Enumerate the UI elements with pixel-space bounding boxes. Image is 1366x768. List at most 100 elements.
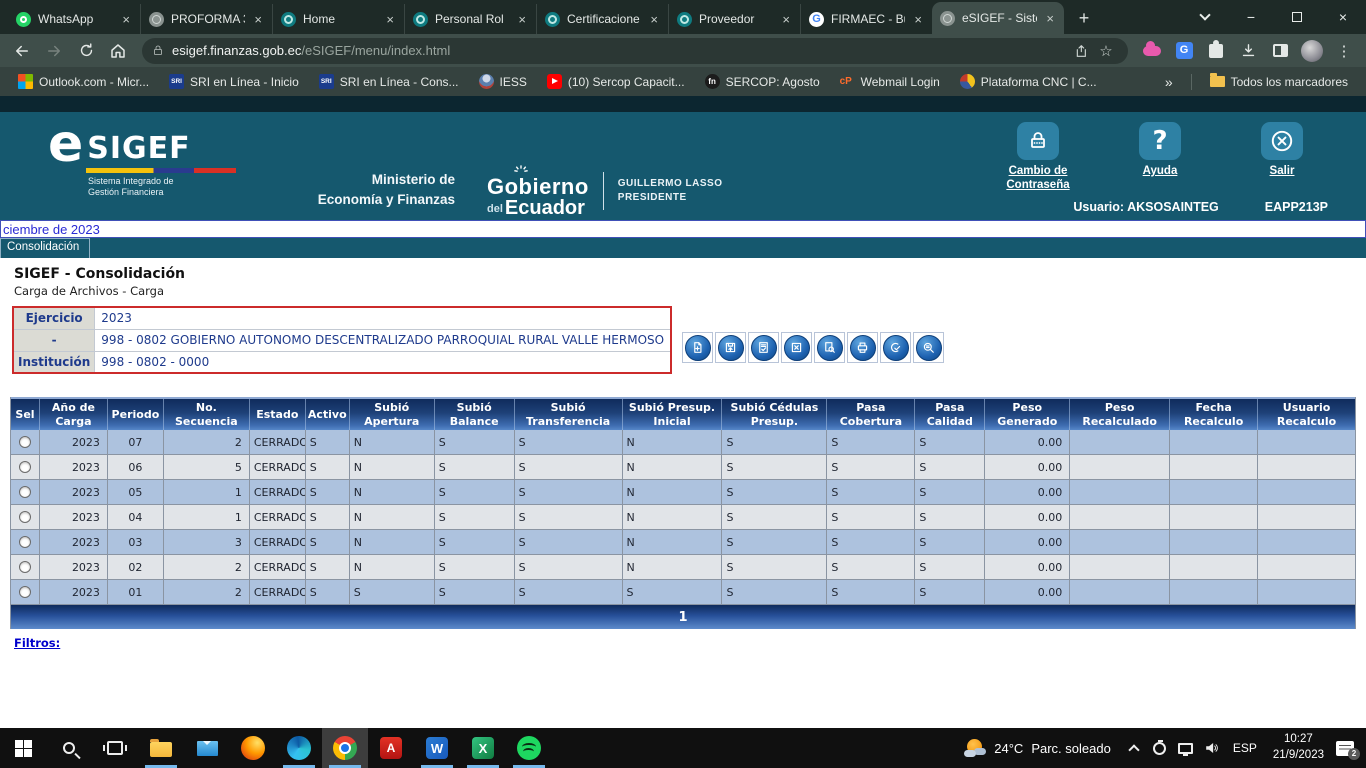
logo-e: e (48, 124, 83, 166)
edge-button[interactable] (276, 728, 322, 768)
view-details-button[interactable] (814, 332, 845, 363)
tab-close-icon[interactable]: × (780, 12, 792, 27)
row-radio-button[interactable] (19, 486, 31, 498)
tab-certificaciones[interactable]: Certificacione × (536, 4, 668, 34)
change-password-label[interactable]: Cambio de Contraseña (992, 164, 1084, 193)
change-password-action[interactable]: Cambio de Contraseña (992, 122, 1084, 193)
tab-close-icon[interactable]: × (1044, 11, 1056, 26)
new-tab-button[interactable]: + (1070, 4, 1098, 32)
start-button[interactable] (0, 728, 46, 768)
acrobat-button[interactable]: A (368, 728, 414, 768)
row-radio-button[interactable] (19, 461, 31, 473)
tab-firmaec[interactable]: FIRMAEC - Bu × (800, 4, 932, 34)
help-label[interactable]: Ayuda (1114, 164, 1206, 178)
tab-close-icon[interactable]: × (516, 12, 528, 27)
tab-home[interactable]: Home × (272, 4, 404, 34)
bookmark-sercop-capacitacion[interactable]: (10) Sercop Capacit... (539, 71, 693, 92)
help-question-icon[interactable]: ? (1139, 122, 1181, 160)
tab-close-icon[interactable]: × (384, 12, 396, 27)
tab-close-icon[interactable]: × (252, 12, 264, 27)
all-bookmarks[interactable]: Todos los marcadores (1202, 72, 1356, 92)
spotify-button[interactable] (506, 728, 552, 768)
menu-kebab-icon[interactable]: ⋮ (1330, 37, 1358, 65)
cell-fecha-recalculo (1169, 505, 1257, 529)
print-button[interactable] (847, 332, 878, 363)
tab-close-icon[interactable]: × (648, 12, 660, 27)
tray-expand-chevron-icon[interactable] (1121, 728, 1147, 768)
row-radio-button[interactable] (19, 536, 31, 548)
meet-now-icon[interactable] (1147, 728, 1173, 768)
bookmark-label: SRI en Línea - Cons... (340, 75, 459, 89)
password-lock-icon[interactable] (1017, 122, 1059, 160)
bookmark-plataforma-cnc[interactable]: Plataforma CNC | C... (952, 71, 1105, 92)
row-radio-button[interactable] (19, 511, 31, 523)
exit-close-icon[interactable] (1261, 122, 1303, 160)
maximize-button[interactable] (1274, 0, 1320, 34)
bookmarks-overflow-icon[interactable]: » (1157, 74, 1181, 90)
bookmark-star-icon[interactable]: ☆ (1094, 42, 1118, 60)
tab-close-icon[interactable]: × (912, 12, 924, 27)
cell-periodo: 02 (107, 555, 163, 579)
word-button[interactable]: W (414, 728, 460, 768)
taskbar-clock[interactable]: 10:27 21/9/2023 (1265, 732, 1332, 763)
extension-cloud-icon[interactable] (1138, 37, 1166, 65)
tab-title: FIRMAEC - Bu (831, 12, 905, 26)
exit-action[interactable]: Salir (1236, 122, 1328, 193)
search-data-button[interactable] (913, 332, 944, 363)
row-radio-button[interactable] (19, 586, 31, 598)
home-icon[interactable] (104, 37, 132, 65)
back-icon[interactable] (8, 37, 36, 65)
sigef-favicon (281, 12, 296, 27)
save-upload-button[interactable] (715, 332, 746, 363)
chrome-button[interactable] (322, 728, 368, 768)
taskbar-search[interactable] (46, 728, 92, 768)
bookmark-sercop-agosto[interactable]: SERCOP: Agosto (697, 71, 828, 92)
mail-button[interactable] (184, 728, 230, 768)
weather-widget[interactable]: 24°C Parc. soleado (954, 737, 1121, 759)
tab-esigef-active[interactable]: eSIGEF - Siste × (932, 2, 1064, 34)
excel-button[interactable]: X (460, 728, 506, 768)
row-radio-button[interactable] (19, 436, 31, 448)
task-view-button[interactable] (92, 728, 138, 768)
row-radio-button[interactable] (19, 561, 31, 573)
side-panel-icon[interactable] (1266, 37, 1294, 65)
new-document-button[interactable] (682, 332, 713, 363)
forward-icon[interactable] (40, 37, 68, 65)
bookmark-sri-inicio[interactable]: SRI en Línea - Inicio (161, 71, 307, 92)
help-action[interactable]: ? Ayuda (1114, 122, 1206, 193)
profile-avatar[interactable] (1298, 37, 1326, 65)
keyboard-language[interactable]: ESP (1225, 741, 1265, 755)
reload-icon[interactable] (72, 37, 100, 65)
translate-icon[interactable]: G (1170, 37, 1198, 65)
page-number[interactable]: 1 (678, 610, 687, 625)
filters-link[interactable]: Filtros: (14, 636, 60, 650)
tab-proforma[interactable]: PROFORMA 3 × (140, 4, 272, 34)
minimize-button[interactable]: − (1228, 0, 1274, 34)
share-icon[interactable] (1070, 43, 1094, 59)
bookmark-outlook[interactable]: Outlook.com - Micr... (10, 71, 157, 92)
network-icon[interactable] (1173, 728, 1199, 768)
tab-search-chevron-icon[interactable] (1182, 0, 1228, 34)
extensions-puzzle-icon[interactable] (1202, 37, 1230, 65)
volume-icon[interactable] (1199, 728, 1225, 768)
notification-center-icon[interactable]: 2 (1336, 741, 1354, 756)
tab-title: Proveedor (699, 12, 773, 26)
validate-button[interactable] (748, 332, 779, 363)
tab-whatsapp[interactable]: WhatsApp × (8, 4, 140, 34)
firefox-button[interactable] (230, 728, 276, 768)
address-bar[interactable]: esigef.finanzas.gob.ec /eSIGEF/menu/inde… (142, 38, 1128, 64)
tab-proveedor[interactable]: Proveedor × (668, 4, 800, 34)
bookmark-iess[interactable]: IESS (471, 71, 535, 92)
file-explorer-button[interactable] (138, 728, 184, 768)
downloads-icon[interactable] (1234, 37, 1262, 65)
bookmark-webmail[interactable]: Webmail Login (832, 71, 948, 92)
tab-consolidacion[interactable]: Consolidación (0, 238, 90, 258)
all-bookmarks-label: Todos los marcadores (1231, 75, 1348, 89)
exit-label[interactable]: Salir (1236, 164, 1328, 178)
approve-button[interactable] (880, 332, 911, 363)
delete-file-button[interactable] (781, 332, 812, 363)
bookmark-sri-consultas[interactable]: SRI en Línea - Cons... (311, 71, 467, 92)
tab-personal-rol[interactable]: Personal Rol × (404, 4, 536, 34)
close-window-button[interactable]: × (1320, 0, 1366, 34)
tab-close-icon[interactable]: × (120, 12, 132, 27)
